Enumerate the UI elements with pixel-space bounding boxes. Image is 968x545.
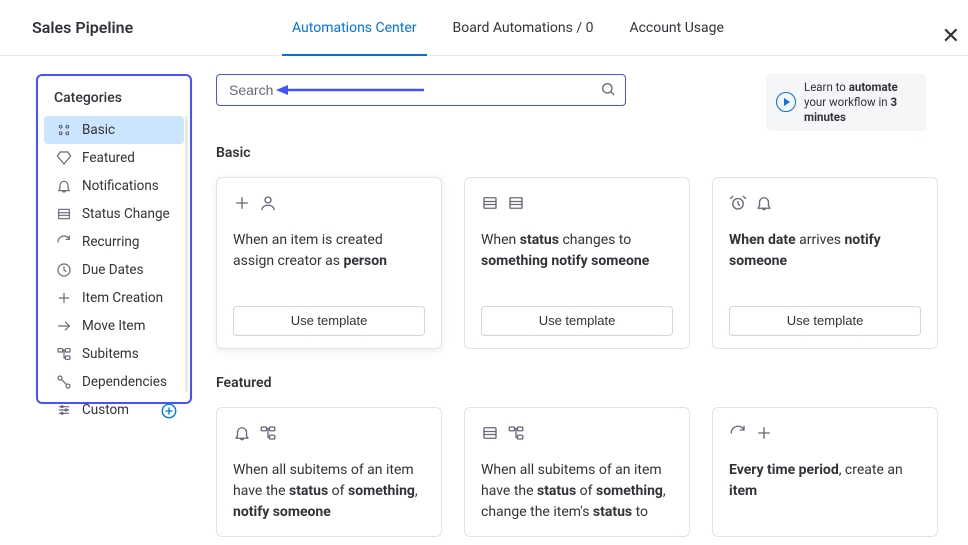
close-icon[interactable]: ✕ bbox=[942, 24, 960, 49]
list-icon bbox=[481, 424, 499, 442]
sidebar-item-label: Item Creation bbox=[82, 290, 163, 306]
sections: Basic When an item is created assign crea… bbox=[216, 145, 952, 537]
sidebar-item-status-change[interactable]: Status Change bbox=[44, 200, 184, 228]
custom-icon bbox=[56, 402, 72, 418]
subitems-icon bbox=[56, 346, 72, 362]
categories-sidebar: Categories Basic Featured Notifications Sta… bbox=[36, 74, 192, 404]
main-content: Learn to automate your workflow in 3 min… bbox=[192, 74, 968, 545]
sidebar-item-label: Recurring bbox=[82, 234, 139, 250]
recurring-icon bbox=[56, 234, 72, 250]
header: Sales Pipeline Automations Center Board A… bbox=[0, 0, 968, 56]
sidebar-item-label: Basic bbox=[82, 122, 115, 138]
bell-icon bbox=[56, 178, 72, 194]
card-text: When all subitems of an item have the st… bbox=[481, 460, 673, 524]
card-icons bbox=[729, 194, 921, 212]
play-icon bbox=[776, 92, 796, 112]
use-template-button[interactable]: Use template bbox=[233, 306, 425, 336]
plus-icon bbox=[233, 194, 251, 212]
arrow-right-icon bbox=[56, 318, 72, 334]
list-icon bbox=[507, 194, 525, 212]
subitems-icon bbox=[259, 424, 277, 442]
sidebar-item-custom[interactable]: Custom bbox=[44, 396, 184, 424]
cards-row: When all subitems of an item have the st… bbox=[216, 407, 952, 537]
basic-icon bbox=[56, 122, 72, 138]
automation-card[interactable]: When all subitems of an item have the st… bbox=[216, 407, 442, 537]
tutorial-arrow-icon bbox=[274, 81, 424, 99]
subitems-icon bbox=[507, 424, 525, 442]
card-text: When all subitems of an item have the st… bbox=[233, 460, 425, 524]
sidebar-item-dependencies[interactable]: Dependencies bbox=[44, 368, 184, 396]
card-icons bbox=[233, 194, 425, 212]
sidebar-item-notifications[interactable]: Notifications bbox=[44, 172, 184, 200]
sidebar-item-recurring[interactable]: Recurring bbox=[44, 228, 184, 256]
card-icons bbox=[233, 424, 425, 442]
automation-card[interactable]: Every time period, create an item bbox=[712, 407, 938, 537]
sidebar-item-label: Status Change bbox=[82, 206, 170, 222]
sidebar-item-featured[interactable]: Featured bbox=[44, 144, 184, 172]
dependencies-icon bbox=[56, 374, 72, 390]
sidebar-item-label: Due Dates bbox=[82, 262, 144, 278]
list-icon bbox=[481, 194, 499, 212]
section-label-basic: Basic bbox=[216, 145, 952, 161]
card-icons bbox=[481, 424, 673, 442]
automation-card[interactable]: When date arrives notify someone Use temp… bbox=[712, 177, 938, 349]
plus-icon bbox=[56, 290, 72, 306]
sidebar-item-label: Featured bbox=[82, 150, 135, 166]
automation-card[interactable]: When an item is created assign creator a… bbox=[216, 177, 442, 349]
sidebar-scrollbar[interactable] bbox=[185, 116, 188, 392]
automation-card[interactable]: When all subitems of an item have the st… bbox=[464, 407, 690, 537]
list-icon bbox=[56, 206, 72, 222]
card-text: When date arrives notify someone bbox=[729, 230, 921, 294]
bell-icon bbox=[233, 424, 251, 442]
section-label-featured: Featured bbox=[216, 375, 952, 391]
sidebar-item-basic[interactable]: Basic bbox=[44, 116, 184, 144]
top-row: Learn to automate your workflow in 3 min… bbox=[216, 74, 952, 131]
body: Categories Basic Featured Notifications Sta… bbox=[0, 56, 968, 545]
sidebar-item-label: Notifications bbox=[82, 178, 159, 194]
add-custom-icon[interactable] bbox=[160, 402, 176, 418]
tab-account-usage[interactable]: Account Usage bbox=[629, 0, 723, 55]
sidebar-item-label: Dependencies bbox=[82, 374, 167, 390]
diamond-icon bbox=[56, 150, 72, 166]
clock-icon bbox=[56, 262, 72, 278]
sidebar-item-due-dates[interactable]: Due Dates bbox=[44, 256, 184, 284]
automation-card[interactable]: When status changes to something notify … bbox=[464, 177, 690, 349]
use-template-button[interactable]: Use template bbox=[729, 306, 921, 336]
tabs: Automations Center Board Automations / 0 A… bbox=[292, 0, 724, 55]
card-icons bbox=[481, 194, 673, 212]
recurring-icon bbox=[729, 424, 747, 442]
card-text: When status changes to something notify … bbox=[481, 230, 673, 294]
sidebar-item-label: Subitems bbox=[82, 346, 139, 362]
plus-icon bbox=[755, 424, 773, 442]
learn-box[interactable]: Learn to automate your workflow in 3 min… bbox=[766, 74, 926, 131]
search-icon bbox=[600, 81, 616, 97]
tab-board-automations-0[interactable]: Board Automations / 0 bbox=[453, 0, 594, 55]
card-icons bbox=[729, 424, 921, 442]
categories-list: Basic Featured Notifications Status Change R… bbox=[42, 116, 186, 424]
learn-text: Learn to automate your workflow in 3 min… bbox=[804, 80, 916, 125]
alarm-icon bbox=[729, 194, 747, 212]
sidebar-item-label: Move Item bbox=[82, 318, 145, 334]
sidebar-item-subitems[interactable]: Subitems bbox=[44, 340, 184, 368]
cards-row: When an item is created assign creator a… bbox=[216, 177, 952, 349]
card-text: When an item is created assign creator a… bbox=[233, 230, 425, 294]
tab-automations-center[interactable]: Automations Center bbox=[292, 0, 417, 55]
sidebar-item-item-creation[interactable]: Item Creation bbox=[44, 284, 184, 312]
page-title: Sales Pipeline bbox=[32, 18, 292, 37]
search-wrap bbox=[216, 74, 626, 106]
use-template-button[interactable]: Use template bbox=[481, 306, 673, 336]
sidebar-item-move-item[interactable]: Move Item bbox=[44, 312, 184, 340]
sidebar-item-label: Custom bbox=[82, 402, 129, 418]
categories-title: Categories bbox=[42, 86, 186, 116]
person-icon bbox=[259, 194, 277, 212]
card-text: Every time period, create an item bbox=[729, 460, 921, 524]
bell-icon bbox=[755, 194, 773, 212]
